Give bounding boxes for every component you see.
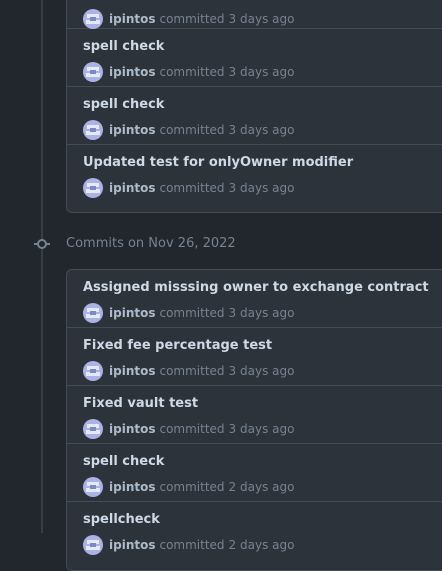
commit-time: 3 days ago [228,364,295,378]
avatar[interactable] [83,178,103,198]
commit-author[interactable]: ipintos [109,364,155,378]
date-header-label: Commits on Nov 26, 2022 [66,236,236,251]
commit-meta: ipintos committed 3 days ago [83,62,294,82]
commit-author[interactable]: ipintos [109,422,155,436]
commit-author[interactable]: ipintos [109,181,155,195]
avatar[interactable] [83,303,103,323]
avatar[interactable] [83,361,103,381]
commit-item: ipintos committed 3 days ago [67,0,442,29]
avatar[interactable] [83,120,103,140]
commit-verb: committed [159,123,225,137]
avatar[interactable] [83,9,103,29]
date-header: Commits on Nov 26, 2022 [0,232,442,254]
commit-author[interactable]: ipintos [109,480,155,494]
commit-time: 3 days ago [228,12,295,26]
commit-item: spell check ipintos committed 3 days ago [67,87,442,145]
commit-item: Assigned misssing owner to exchange cont… [67,270,442,328]
avatar[interactable] [83,535,103,555]
avatar[interactable] [83,419,103,439]
commit-title-link[interactable]: Updated test for onlyOwner modifier [83,155,353,170]
commit-time: 3 days ago [228,422,295,436]
commit-item: Fixed fee percentage test ipintos commit… [67,328,442,386]
commit-verb: committed [159,364,225,378]
commit-item: spell check ipintos committed 3 days ago [67,29,442,87]
commit-title-link[interactable]: spell check [83,454,164,469]
commit-time: 3 days ago [228,181,295,195]
commit-verb: committed [159,306,225,320]
commit-title-link[interactable]: spell check [83,97,164,112]
commit-meta: ipintos committed 3 days ago [83,178,294,198]
git-commit-icon [34,239,50,249]
timeline-line [41,0,43,533]
commit-verb: committed [159,65,225,79]
commit-author[interactable]: ipintos [109,123,155,137]
commit-time: 3 days ago [228,123,295,137]
commit-title-link[interactable]: spellcheck [83,512,160,527]
commit-group: ipintos committed 3 days ago spell check… [66,0,442,213]
avatar[interactable] [83,477,103,497]
commit-verb: committed [159,12,225,26]
commit-item: spell check ipintos committed 2 days ago [67,444,442,502]
commit-verb: committed [159,538,225,552]
commit-author[interactable]: ipintos [109,12,155,26]
commit-author[interactable]: ipintos [109,306,155,320]
commit-verb: committed [159,480,225,494]
commit-item: Fixed vault test ipintos committed 3 day… [67,386,442,444]
commit-group: Assigned misssing owner to exchange cont… [66,269,442,571]
commit-time: 3 days ago [228,65,295,79]
commit-meta: ipintos committed 3 days ago [83,361,294,381]
commit-meta: ipintos committed 3 days ago [83,9,294,29]
commit-title-link[interactable]: Assigned misssing owner to exchange cont… [83,280,429,295]
commit-meta: ipintos committed 3 days ago [83,120,294,140]
commit-meta: ipintos committed 3 days ago [83,419,294,439]
commit-item: spellcheck ipintos committed 2 days ago [67,502,442,560]
commit-meta: ipintos committed 3 days ago [83,303,294,323]
avatar[interactable] [83,62,103,82]
commit-time: 2 days ago [228,538,295,552]
commit-verb: committed [159,181,225,195]
commit-title-link[interactable]: Fixed fee percentage test [83,338,272,353]
commit-author[interactable]: ipintos [109,538,155,552]
commit-verb: committed [159,422,225,436]
commit-time: 2 days ago [228,480,295,494]
commit-meta: ipintos committed 2 days ago [83,535,294,555]
commit-author[interactable]: ipintos [109,65,155,79]
commit-title-link[interactable]: Fixed vault test [83,396,198,411]
commit-title-link[interactable]: spell check [83,39,164,54]
commit-item: Updated test for onlyOwner modifier ipin… [67,145,442,203]
commit-time: 3 days ago [228,306,295,320]
commit-meta: ipintos committed 2 days ago [83,477,294,497]
